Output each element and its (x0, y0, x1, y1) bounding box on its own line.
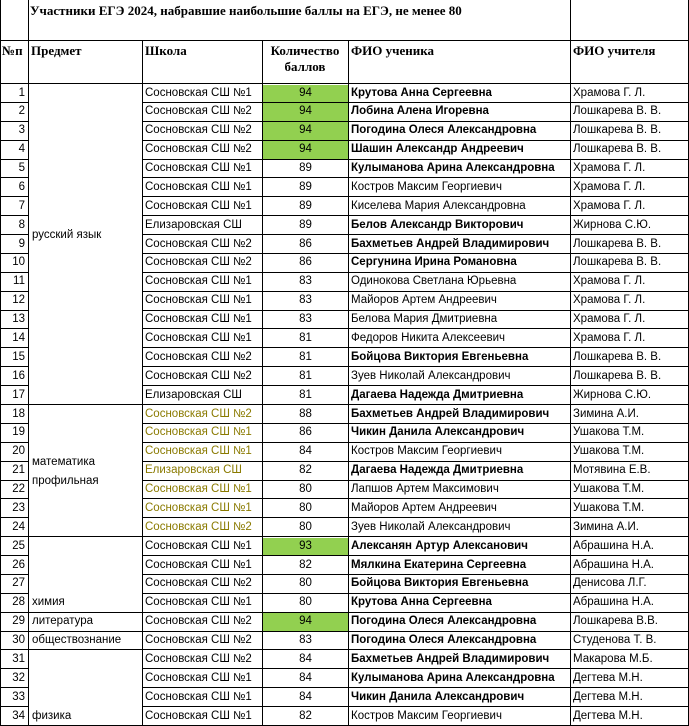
spreadsheet: Участники ЕГЭ 2024, набравшие наибольшие… (0, 0, 689, 726)
table-gridlines (0, 0, 689, 726)
